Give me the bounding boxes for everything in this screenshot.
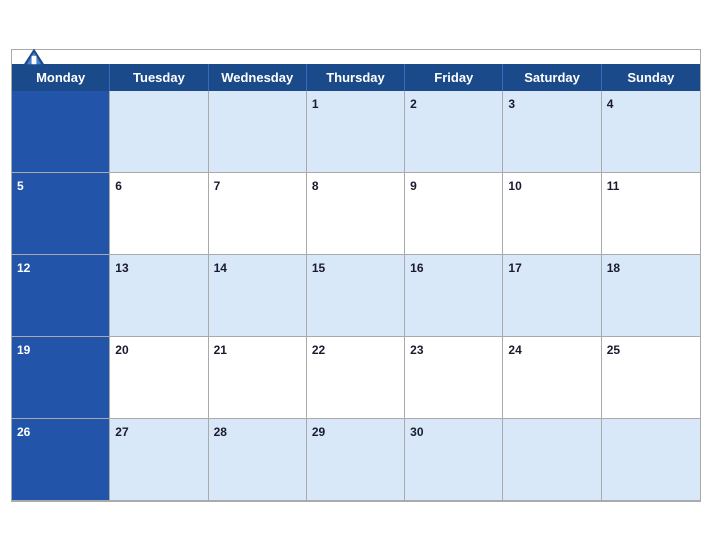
- calendar-cell-empty: [110, 91, 208, 173]
- date-number: 4: [607, 97, 614, 111]
- calendar-cell-22: 22: [307, 337, 405, 419]
- calendar: MondayTuesdayWednesdayThursdayFridaySatu…: [11, 49, 701, 502]
- calendar-header: [12, 50, 700, 64]
- date-number: 10: [508, 179, 521, 193]
- logo: [22, 47, 46, 67]
- calendar-cell-16: 16: [405, 255, 503, 337]
- date-number: 16: [410, 261, 423, 275]
- calendar-cell-28: 28: [209, 419, 307, 501]
- calendar-cell-8: 8: [307, 173, 405, 255]
- calendar-cell-7: 7: [209, 173, 307, 255]
- calendar-cell-25: 25: [602, 337, 700, 419]
- calendar-cell-empty: [12, 91, 110, 173]
- calendar-cell-10: 10: [503, 173, 601, 255]
- calendar-cell-13: 13: [110, 255, 208, 337]
- date-number: 2: [410, 97, 417, 111]
- day-header-monday: Monday: [12, 64, 110, 91]
- generalblue-logo-icon: [22, 47, 46, 67]
- date-number: 26: [17, 425, 30, 439]
- date-number: 27: [115, 425, 128, 439]
- date-number: 11: [607, 179, 620, 193]
- calendar-cell-6: 6: [110, 173, 208, 255]
- calendar-cell-30: 30: [405, 419, 503, 501]
- calendar-cell-empty: [602, 419, 700, 501]
- day-header-wednesday: Wednesday: [209, 64, 307, 91]
- calendar-cell-5: 5: [12, 173, 110, 255]
- date-number: 19: [17, 343, 30, 357]
- days-header: MondayTuesdayWednesdayThursdayFridaySatu…: [12, 64, 700, 91]
- calendar-cell-14: 14: [209, 255, 307, 337]
- date-number: 29: [312, 425, 325, 439]
- calendar-cell-2: 2: [405, 91, 503, 173]
- calendar-cell-9: 9: [405, 173, 503, 255]
- calendar-cell-26: 26: [12, 419, 110, 501]
- date-number: 6: [115, 179, 122, 193]
- date-number: 9: [410, 179, 417, 193]
- date-number: 23: [410, 343, 423, 357]
- date-number: 17: [508, 261, 521, 275]
- calendar-cell-27: 27: [110, 419, 208, 501]
- date-number: 24: [508, 343, 521, 357]
- date-number: 20: [115, 343, 128, 357]
- date-number: 5: [17, 179, 24, 193]
- calendar-cell-24: 24: [503, 337, 601, 419]
- date-number: 7: [214, 179, 221, 193]
- date-number: 3: [508, 97, 515, 111]
- date-number: 12: [17, 261, 30, 275]
- date-number: 1: [312, 97, 319, 111]
- calendar-cell-12: 12: [12, 255, 110, 337]
- calendar-cell-19: 19: [12, 337, 110, 419]
- date-number: 15: [312, 261, 325, 275]
- date-number: 18: [607, 261, 620, 275]
- date-number: 13: [115, 261, 128, 275]
- day-header-saturday: Saturday: [503, 64, 601, 91]
- day-header-tuesday: Tuesday: [110, 64, 208, 91]
- calendar-cell-empty: [209, 91, 307, 173]
- date-number: 30: [410, 425, 423, 439]
- calendar-cell-17: 17: [503, 255, 601, 337]
- day-header-friday: Friday: [405, 64, 503, 91]
- calendar-cell-4: 4: [602, 91, 700, 173]
- date-number: 8: [312, 179, 319, 193]
- calendar-cell-21: 21: [209, 337, 307, 419]
- calendar-cell-23: 23: [405, 337, 503, 419]
- date-number: 28: [214, 425, 227, 439]
- date-number: 21: [214, 343, 227, 357]
- calendar-cell-11: 11: [602, 173, 700, 255]
- calendar-cell-15: 15: [307, 255, 405, 337]
- day-header-thursday: Thursday: [307, 64, 405, 91]
- calendar-cell-empty: [503, 419, 601, 501]
- calendar-grid: 1234567891011121314151617181920212223242…: [12, 91, 700, 501]
- date-number: 22: [312, 343, 325, 357]
- day-header-sunday: Sunday: [602, 64, 700, 91]
- calendar-cell-20: 20: [110, 337, 208, 419]
- calendar-cell-3: 3: [503, 91, 601, 173]
- date-number: 14: [214, 261, 227, 275]
- calendar-cell-29: 29: [307, 419, 405, 501]
- date-number: 25: [607, 343, 620, 357]
- calendar-cell-18: 18: [602, 255, 700, 337]
- calendar-cell-1: 1: [307, 91, 405, 173]
